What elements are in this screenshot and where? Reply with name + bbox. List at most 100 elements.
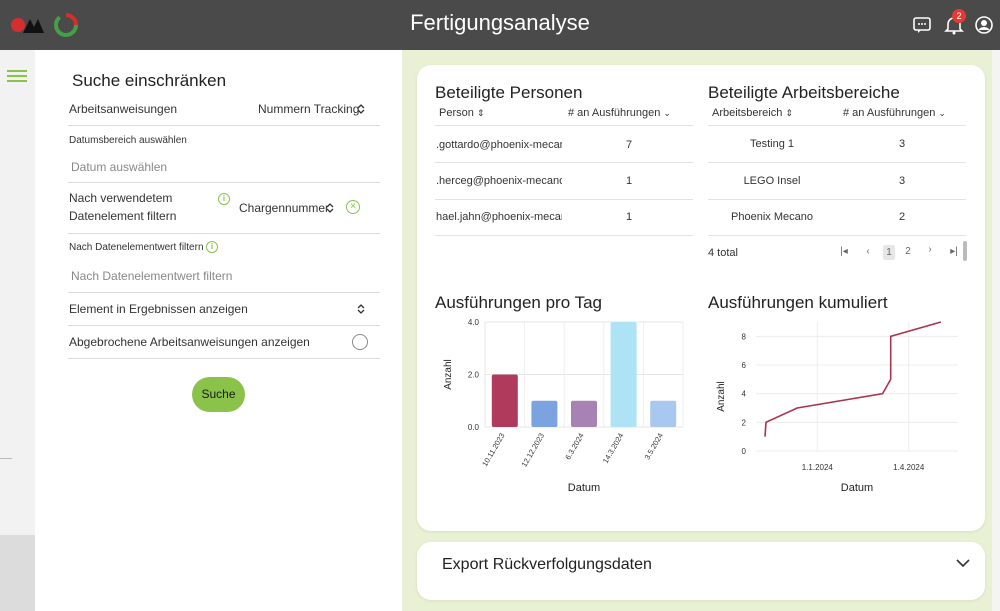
page-scrollbar[interactable] [992,50,1000,611]
table-cell-person: .gottardo@phoenix-mecano.com [436,139,562,151]
y-tick-label: 2.0 [468,371,480,380]
page-button[interactable]: 1 [883,245,895,260]
table-cell-area: Testing 1 [749,138,795,150]
bar [650,400,677,427]
aborted-row[interactable]: Abgebrochene Arbeitsanweisungen anzeigen [68,326,380,359]
info-icon[interactable]: i [206,241,218,253]
x-tick-label: 14.3.2024 [601,432,625,465]
bar [571,400,597,427]
data-value-row[interactable]: Nach Datenelementwert filtern i Nach Dat… [68,234,380,293]
table-cell-area: Phoenix Mecano [731,211,813,223]
info-icon[interactable]: i [218,193,230,205]
table-cell-count: 3 [899,138,906,150]
data-value-input[interactable]: Nach Datenelementwert filtern [71,269,232,283]
prev-page-icon[interactable]: ‹ [862,246,874,257]
bar [531,400,558,427]
y-axis-label: Anzahl [716,381,727,412]
data-element-row[interactable]: Nach verwendetem Datenelement filtern i … [68,183,380,234]
aborted-radio[interactable] [352,334,368,350]
workinstructions-row[interactable]: Arbeitsanweisungen Nummern Tracking [68,96,380,126]
app-title: Fertigungsanalyse [410,10,590,35]
table-divider [708,199,966,200]
table-divider [435,235,693,236]
table-cell-count: 1 [626,211,633,223]
notification-count-badge: 2 [952,9,966,23]
col-count-header[interactable]: # an Ausführungen ⌄ [568,107,671,119]
y-axis-label: Anzahl [443,359,454,390]
bar [491,374,518,427]
table-divider [435,162,693,163]
x-tick-label: 1.4.2024 [893,463,925,472]
y-tick-label: 0.0 [468,423,480,432]
filter-title: Suche einschränken [72,71,227,90]
sort-updown-icon[interactable] [356,103,366,115]
aborted-label: Abgebrochene Arbeitsanweisungen anzeigen [69,335,310,349]
y-tick-label: 2 [742,418,747,427]
col-area-header[interactable]: Arbeitsbereich ⇕ [712,107,793,119]
top-bar: Fertigungsanalyse 2 [0,0,1000,50]
x-axis-label: Datum [841,482,873,494]
clear-icon[interactable]: × [346,200,360,214]
line-chart-title: Ausführungen kumuliert [708,293,888,312]
bar-chart-title: Ausführungen pro Tag [435,293,602,312]
workinstructions-label: Arbeitsanweisungen [69,102,178,116]
y-tick-label: 4 [742,390,747,399]
table-cell-person: hael.jahn@phoenix-mecano.com [436,211,562,223]
sort-updown-icon[interactable] [356,303,366,315]
first-page-icon[interactable]: |◂ [838,246,850,257]
x-tick-label: 3.5.2024 [643,432,665,462]
x-tick-label: 10.11.2023 [480,432,506,469]
table-divider [708,162,966,163]
chevron-down-icon[interactable] [955,558,971,568]
show-element-label: Element in Ergebnissen anzeigen [69,302,248,316]
total-count: 4 total [708,247,738,259]
col-person-header[interactable]: Person ⇕ [439,107,484,119]
table-cell-area: LEGO Insel [743,175,801,187]
persons-title: Beteiligte Personen [435,83,583,102]
tracking-select[interactable]: Nummern Tracking [258,102,359,116]
data-value-label: Nach Datenelementwert filtern [69,242,204,253]
table-divider [435,125,693,126]
export-title: Export Rückverfolgungsdaten [442,556,652,573]
table-cell-count: 2 [899,211,906,223]
y-tick-label: 4.0 [468,318,480,327]
table-cell-count: 1 [626,175,633,187]
x-tick-label: 6.3.2024 [563,432,585,462]
show-element-row[interactable]: Element in Ergebnissen anzeigen [68,293,380,326]
data-element-label-line2: Datenelement filtern [69,209,177,223]
x-axis-label: Datum [568,482,600,494]
last-page-icon[interactable]: ▸| [947,246,961,257]
notifications-icon[interactable]: 2 [943,9,966,36]
table-cell-count: 3 [899,175,906,187]
x-tick-label: 1.1.2024 [802,463,834,472]
table-divider [708,235,966,236]
y-tick-label: 6 [742,361,747,370]
side-rail [0,50,35,611]
side-rail-footer [0,535,35,611]
date-range-row[interactable]: Datumsbereich auswählen Datum auswählen [68,126,380,183]
table-divider [708,125,966,126]
search-button[interactable]: Suche [192,377,245,412]
date-range-label: Datumsbereich auswählen [69,135,187,146]
data-element-label-line1: Nach verwendetem [69,191,173,205]
x-tick-label: 12.12.2023 [520,432,547,469]
account-icon[interactable] [973,14,995,36]
page-button[interactable]: 2 [902,246,914,257]
col-count-header[interactable]: # an Ausführungen ⌄ [843,107,946,119]
divider [0,458,12,459]
chat-icon[interactable] [911,14,933,36]
y-tick-label: 0 [742,447,747,456]
date-input[interactable]: Datum auswählen [71,160,167,174]
table-scrollbar[interactable] [963,241,967,261]
sort-updown-icon[interactable] [325,202,335,214]
areas-title: Beteiligte Arbeitsbereiche [708,83,900,102]
table-divider [435,199,693,200]
table-cell-count: 7 [626,139,633,151]
line-chart: 0 2 4 6 8 1.1.2024 1.4.2024 Anzahl Datum [716,321,958,494]
menu-icon[interactable] [7,70,27,82]
bar-chart: 0.0 2.0 4.0 10.11.2023 12.12.2023 6.3.2024 14.… [443,318,684,494]
y-tick-label: 8 [742,332,747,341]
series-line [764,321,942,437]
data-element-select[interactable]: Chargennummer [239,201,329,215]
next-page-icon[interactable]: › [924,244,936,255]
